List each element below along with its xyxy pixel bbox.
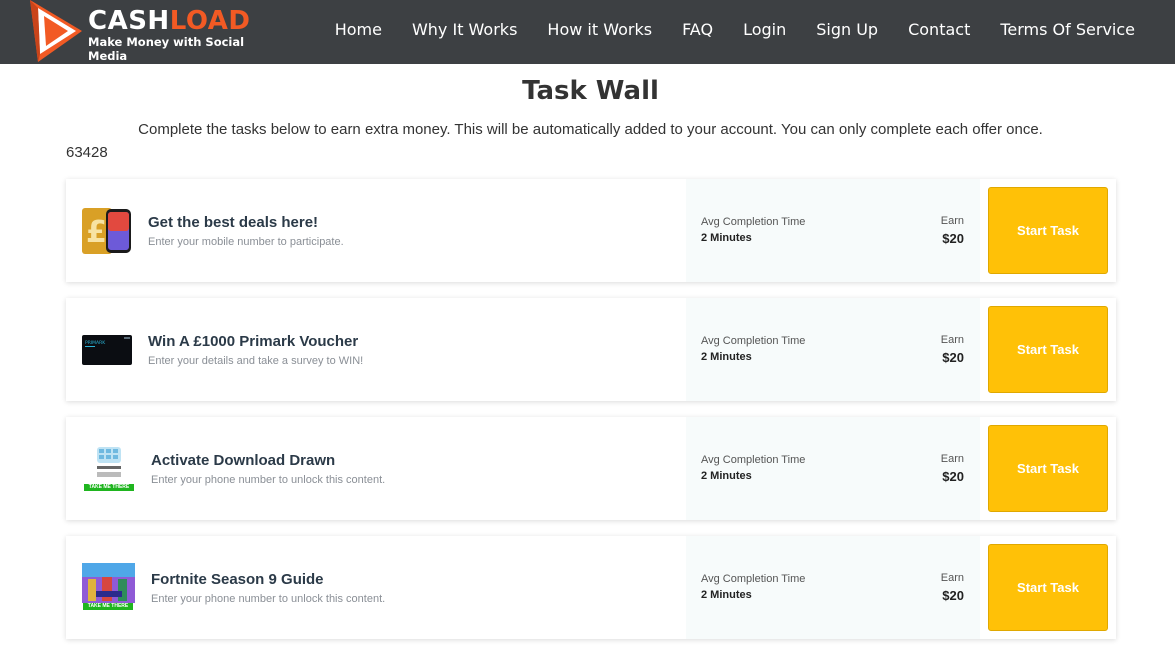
logo-tagline: Make Money with Social Media bbox=[88, 35, 245, 63]
task-description: Enter your phone number to unlock this c… bbox=[151, 593, 386, 605]
nav-why-it-works[interactable]: Why It Works bbox=[412, 20, 517, 39]
task-card: PRIMARK Win A £1000 Primark Voucher Ente… bbox=[66, 298, 1116, 401]
earn-value: $20 bbox=[942, 469, 964, 484]
start-task-button[interactable]: Start Task bbox=[988, 306, 1108, 393]
svg-text:£: £ bbox=[86, 215, 107, 250]
task-card: TAKE ME THERE Activate Download Drawn En… bbox=[66, 417, 1116, 520]
nav-faq[interactable]: FAQ bbox=[682, 20, 713, 39]
task-name[interactable]: Fortnite Season 9 Guide bbox=[151, 571, 324, 588]
task-card: £ Get the best deals here! Enter your mo… bbox=[66, 179, 1116, 282]
start-task-button[interactable]: Start Task bbox=[988, 425, 1108, 512]
start-task-button[interactable]: Start Task bbox=[988, 187, 1108, 274]
nav-home[interactable]: Home bbox=[335, 20, 382, 39]
logo-wordmark: CASHLOAD bbox=[88, 6, 266, 36]
time-value: 2 Minutes bbox=[701, 589, 752, 601]
earn-value: $20 bbox=[942, 350, 964, 365]
earn-value: $20 bbox=[942, 588, 964, 603]
time-label: Avg Completion Time bbox=[701, 335, 806, 347]
time-value: 2 Minutes bbox=[701, 470, 752, 482]
nav-login[interactable]: Login bbox=[743, 20, 786, 39]
start-task-button[interactable]: Start Task bbox=[988, 544, 1108, 631]
fortnite-guide-icon: TAKE ME THERE bbox=[82, 563, 135, 613]
site-header: CASHLOAD Make Money with Social Media Ho… bbox=[0, 0, 1175, 64]
task-name[interactable]: Get the best deals here! bbox=[148, 214, 318, 231]
task-stats: Avg Completion Time 2 Minutes Earn $20 bbox=[686, 298, 980, 401]
nav-sign-up[interactable]: Sign Up bbox=[816, 20, 878, 39]
task-stats: Avg Completion Time 2 Minutes Earn $20 bbox=[686, 179, 980, 282]
task-name[interactable]: Activate Download Drawn bbox=[151, 452, 335, 469]
task-stats: Avg Completion Time 2 Minutes Earn $20 bbox=[686, 417, 980, 520]
task-description: Enter your details and take a survey to … bbox=[148, 355, 364, 367]
time-label: Avg Completion Time bbox=[701, 573, 806, 585]
primark-card-icon: PRIMARK bbox=[82, 325, 132, 375]
page-intro: Complete the tasks below to earn extra m… bbox=[138, 121, 1043, 138]
play-logo-icon bbox=[30, 0, 82, 62]
time-label: Avg Completion Time bbox=[701, 454, 806, 466]
main-nav: Home Why It Works How it Works FAQ Login… bbox=[335, 0, 1135, 58]
earn-label: Earn bbox=[940, 334, 964, 346]
time-value: 2 Minutes bbox=[701, 351, 752, 363]
take-me-there-badge: TAKE ME THERE bbox=[83, 603, 133, 610]
counter-value: 63428 bbox=[66, 144, 108, 161]
task-description: Enter your phone number to unlock this c… bbox=[151, 474, 386, 486]
logo-word-load: LOAD bbox=[169, 6, 251, 36]
cashload-logo[interactable]: CASHLOAD Make Money with Social Media bbox=[26, 0, 266, 64]
earn-label: Earn bbox=[940, 453, 964, 465]
task-stats: Avg Completion Time 2 Minutes Earn $20 bbox=[686, 536, 980, 639]
nav-contact[interactable]: Contact bbox=[908, 20, 970, 39]
nav-how-it-works[interactable]: How it Works bbox=[547, 20, 652, 39]
task-name[interactable]: Win A £1000 Primark Voucher bbox=[148, 333, 358, 350]
logo-word-cash: CASH bbox=[88, 6, 170, 36]
time-label: Avg Completion Time bbox=[701, 216, 806, 228]
task-card: TAKE ME THERE Fortnite Season 9 Guide En… bbox=[66, 536, 1116, 639]
drawn-app-icon: TAKE ME THERE bbox=[83, 444, 135, 494]
time-value: 2 Minutes bbox=[701, 232, 752, 244]
phone-deal-icon: £ bbox=[82, 206, 132, 256]
page-title: Task Wall bbox=[522, 76, 659, 106]
earn-label: Earn bbox=[940, 215, 964, 227]
nav-terms[interactable]: Terms Of Service bbox=[1000, 20, 1135, 39]
task-description: Enter your mobile number to participate. bbox=[148, 236, 344, 248]
take-me-there-badge: TAKE ME THERE bbox=[84, 484, 134, 491]
earn-label: Earn bbox=[940, 572, 964, 584]
earn-value: $20 bbox=[942, 231, 964, 246]
primark-card-text: PRIMARK bbox=[85, 340, 106, 346]
